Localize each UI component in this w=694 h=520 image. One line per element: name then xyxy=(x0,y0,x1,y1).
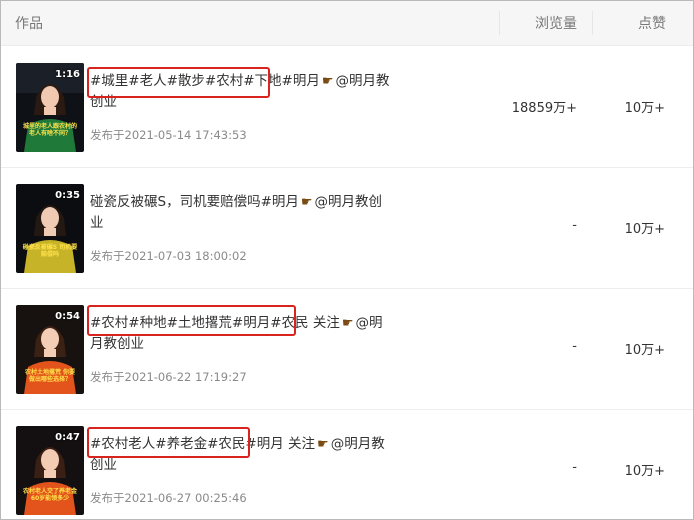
header-works: 作品 xyxy=(15,16,43,32)
table-row[interactable]: 0:47 农村老人交了养老金 60岁能领多少 #农村老人#养老金#农民#明月 关… xyxy=(1,410,693,519)
table-row[interactable]: 1:16 城里的老人跟农村的老人有啥不同？ #城里#老人#散步#农村#下地#明月… xyxy=(1,47,693,168)
view-count: - xyxy=(572,339,577,354)
title-text: #城里#老人#散步#农村#下地#明月 xyxy=(90,73,320,89)
thumbnail-caption: 农村土地撂荒 你要做出哪些选择？ xyxy=(24,369,76,383)
like-count: 10万+ xyxy=(624,222,665,237)
video-thumbnail[interactable]: 0:35 碰瓷反被碾S 司机要赔偿吗 xyxy=(16,184,84,273)
publish-date: 发布于2021-07-03 18:00:02 xyxy=(90,249,247,263)
header-divider xyxy=(499,11,500,35)
video-title[interactable]: 碰瓷反被碾S，司机要赔偿吗#明月 ☛ @明月教创业 xyxy=(90,192,390,233)
video-title[interactable]: #农村老人#养老金#农民#明月 关注 ☛ @明月教创业 xyxy=(90,434,390,475)
view-count: 18859万+ xyxy=(511,101,577,116)
video-thumbnail[interactable]: 0:54 农村土地撂荒 你要做出哪些选择？ xyxy=(16,305,84,394)
header-divider xyxy=(592,11,593,35)
title-text: #农村老人#养老金#农民#明月 关注 xyxy=(90,436,316,452)
publish-date: 发布于2021-06-22 17:19:27 xyxy=(90,370,247,384)
title-text: #农村#种地#土地撂荒#明月#农民 关注 xyxy=(90,315,340,331)
table-row[interactable]: 0:35 碰瓷反被碾S 司机要赔偿吗 碰瓷反被碾S，司机要赔偿吗#明月 ☛ @明月教… xyxy=(1,168,693,289)
video-thumbnail[interactable]: 1:16 城里的老人跟农村的老人有啥不同？ xyxy=(16,63,84,152)
table-row[interactable]: 0:54 农村土地撂荒 你要做出哪些选择？ #农村#种地#土地撂荒#明月#农民 … xyxy=(1,289,693,410)
like-count: 10万+ xyxy=(624,464,665,479)
pointing-hand-icon: ☛ xyxy=(341,316,354,331)
video-duration: 0:54 xyxy=(55,311,80,322)
like-count: 10万+ xyxy=(624,101,665,116)
video-duration: 0:47 xyxy=(55,432,80,443)
like-count: 10万+ xyxy=(624,343,665,358)
thumbnail-caption: 城里的老人跟农村的老人有啥不同？ xyxy=(22,123,77,137)
table-header: 作品 浏览量 点赞 xyxy=(1,1,693,46)
pointing-hand-icon: ☛ xyxy=(300,195,313,210)
title-text: 碰瓷反被碾S，司机要赔偿吗#明月 xyxy=(90,194,299,210)
pointing-hand-icon: ☛ xyxy=(317,437,329,452)
view-count: - xyxy=(572,460,577,475)
video-thumbnail[interactable]: 0:47 农村老人交了养老金 60岁能领多少 xyxy=(16,426,84,515)
header-views[interactable]: 浏览量 xyxy=(521,13,577,33)
publish-date: 发布于2021-06-27 00:25:46 xyxy=(90,491,247,505)
view-count: - xyxy=(572,218,577,233)
works-table: 作品 浏览量 点赞 1:16 城里的老人跟农村的老人有啥不同？ #城里#老人#散… xyxy=(0,0,694,520)
thumbnail-caption: 农村老人交了养老金 60岁能领多少 xyxy=(22,488,77,502)
video-title[interactable]: #城里#老人#散步#农村#下地#明月 ☛ @明月教创业 xyxy=(90,71,390,112)
thumbnail-caption: 碰瓷反被碾S 司机要赔偿吗 xyxy=(22,244,78,258)
video-title[interactable]: #农村#种地#土地撂荒#明月#农民 关注 ☛ @明月教创业 xyxy=(90,313,390,354)
header-likes[interactable]: 点赞 xyxy=(621,13,666,33)
video-duration: 0:35 xyxy=(55,190,80,201)
publish-date: 发布于2021-05-14 17:43:53 xyxy=(90,128,247,142)
pointing-hand-icon: ☛ xyxy=(321,74,334,89)
video-duration: 1:16 xyxy=(55,69,80,80)
